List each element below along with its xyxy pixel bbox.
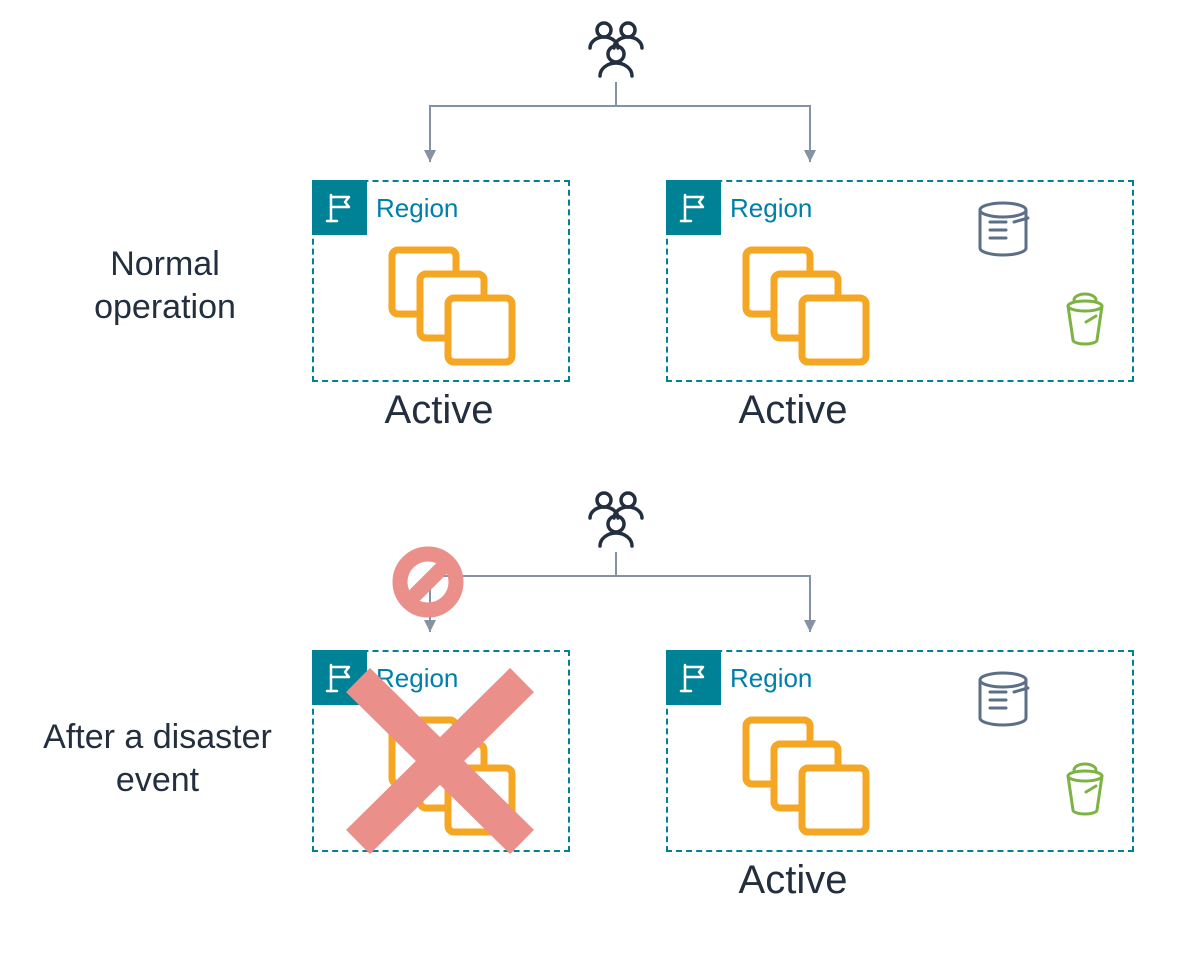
region-label: Region [730, 193, 812, 224]
database-icon [970, 198, 1036, 264]
bucket-icon [1056, 762, 1114, 820]
flag-icon [323, 191, 357, 225]
bucket-icon [1056, 292, 1114, 350]
disaster-label: After a disaster event [20, 716, 295, 801]
instances-icon [736, 244, 886, 368]
region-box-left-normal: Region [312, 180, 570, 382]
region-box-left-disaster: Region [312, 650, 570, 852]
normal-op-label-text: Normal operation [94, 245, 236, 326]
connector-bottom [290, 552, 930, 652]
prohibited-icon [388, 542, 468, 622]
diagram-canvas: Normal operation [0, 0, 1191, 960]
region-tab [312, 180, 367, 235]
users-icon [582, 488, 650, 552]
region-box-right-normal: Region [666, 180, 1134, 382]
region-label: Region [376, 663, 458, 694]
instances-icon [382, 714, 532, 838]
status-left-normal: Active [312, 388, 566, 433]
normal-op-label: Normal operation [55, 243, 275, 328]
status-right-disaster: Active [666, 858, 920, 903]
region-tab [312, 650, 367, 705]
region-box-right-disaster: Region [666, 650, 1134, 852]
users-icon [582, 18, 650, 82]
flag-icon [323, 661, 357, 695]
flag-icon [677, 661, 711, 695]
region-tab [666, 180, 721, 235]
region-label: Region [376, 193, 458, 224]
database-icon [970, 668, 1036, 734]
instances-icon [736, 714, 886, 838]
status-right-normal: Active [666, 388, 920, 433]
flag-icon [677, 191, 711, 225]
disaster-label-text: After a disaster event [43, 718, 272, 799]
region-tab [666, 650, 721, 705]
connector-top [290, 82, 930, 182]
region-label: Region [730, 663, 812, 694]
instances-icon [382, 244, 532, 368]
